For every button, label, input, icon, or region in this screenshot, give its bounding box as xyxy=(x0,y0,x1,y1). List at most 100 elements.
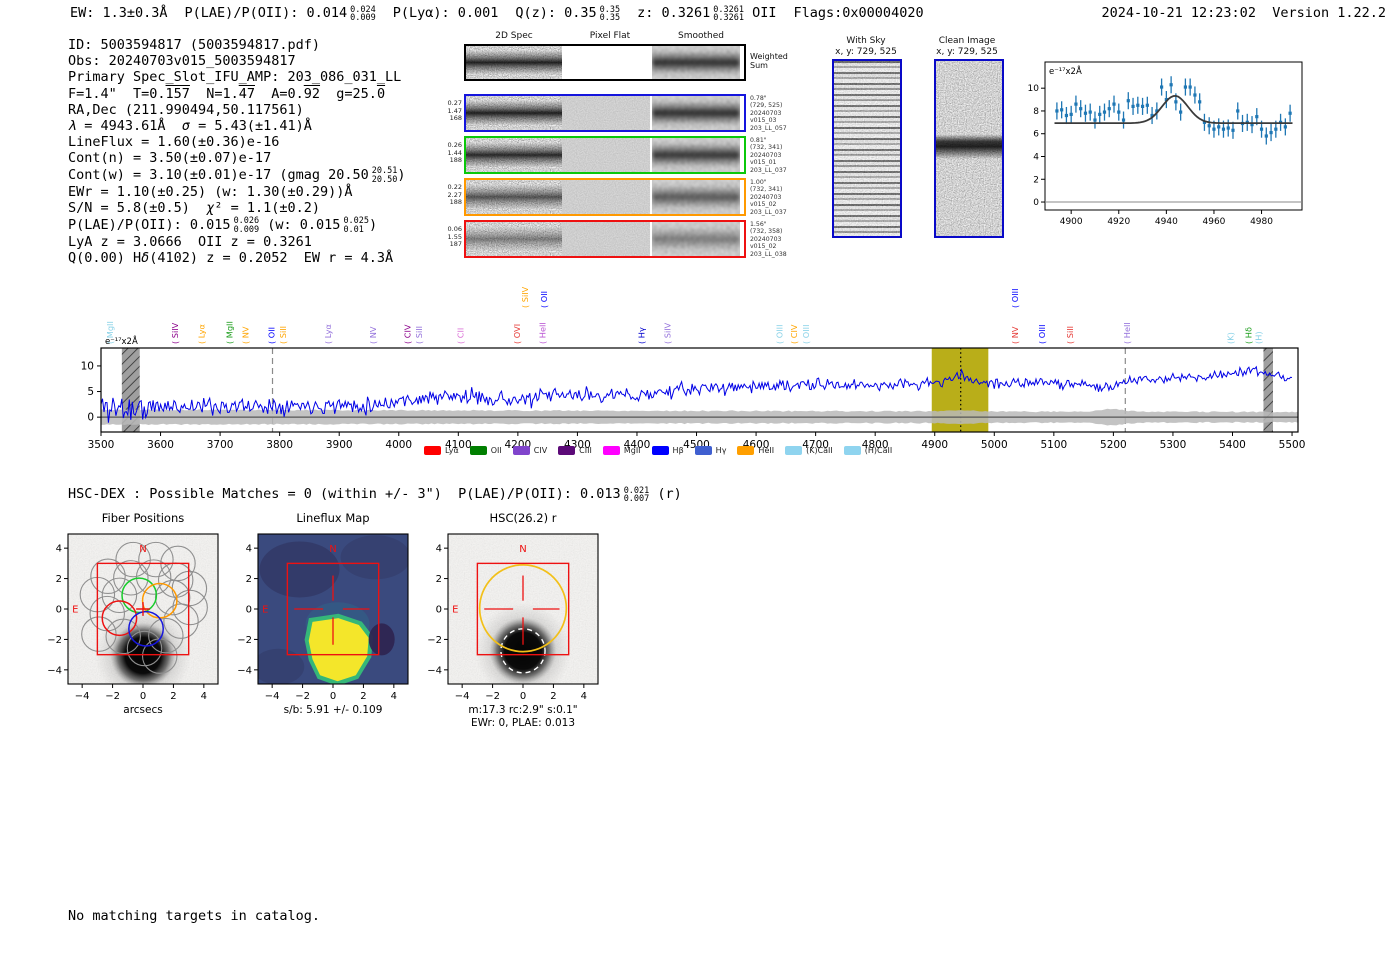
weighted-pixel-flat-blank xyxy=(562,46,650,79)
fiber-caption: arcsecs xyxy=(123,704,162,716)
hsc-caption: m:17.3 rc:2.9" s:0.1" xyxy=(468,704,577,716)
line-label-SiII: ( SiII xyxy=(278,326,288,344)
signal-streak xyxy=(652,222,740,256)
info-line-5: RA,Dec (211.990494,50.117561) xyxy=(68,101,304,118)
exp-pixel-flat xyxy=(562,222,650,256)
info-line-10: EWr = 1.10(±0.25) (w: 1.30(±0.29))Å xyxy=(68,184,353,201)
row-left-stats: 0.06 1.55 187 xyxy=(447,225,462,248)
exp-smoothed xyxy=(652,222,740,256)
clean-image xyxy=(934,59,1004,238)
info-line-6: λ = 4943.61Å σ = 5.43(±1.41)Å xyxy=(68,118,312,135)
main-unit-label: e⁻¹⁷x2Å xyxy=(105,335,138,347)
svg-text:4980: 4980 xyxy=(1250,217,1273,227)
svg-text:−2: −2 xyxy=(295,691,310,702)
legend-item-CIII: CIII xyxy=(558,446,592,455)
svg-text:4: 4 xyxy=(246,544,252,555)
svg-text:4: 4 xyxy=(201,691,207,702)
noise-texture xyxy=(562,138,650,172)
legend-label: Hγ xyxy=(715,446,727,455)
legend-label: Lyα xyxy=(445,446,459,455)
legend-swatch xyxy=(469,446,487,455)
svg-text:10: 10 xyxy=(1028,84,1040,94)
north-label: N xyxy=(139,544,146,555)
info-block: ID: 5003594817 (5003594817.pdf) Obs: 2024… xyxy=(68,37,405,266)
legend-item-MgII: MgII xyxy=(602,446,641,455)
line-label-HeII: ( HeII xyxy=(1122,322,1132,344)
clean-streak xyxy=(936,61,1002,236)
svg-text:0: 0 xyxy=(1033,198,1039,208)
spectral-line-labels: ( MgII( SiIV( Lyα( MgII( NV( OII( SiII( … xyxy=(105,286,1264,344)
legend-label: CIV xyxy=(533,446,548,455)
exposure-row-2 xyxy=(464,136,746,174)
svg-text:4940: 4940 xyxy=(1155,217,1178,227)
legend-item-Hβ: Hβ xyxy=(651,446,684,455)
line-label-NV: ( NV xyxy=(241,326,251,344)
hsc-caption-2: EWr: 0, PLAE: 0.013 xyxy=(471,717,575,729)
svg-text:4: 4 xyxy=(581,691,587,702)
noise-texture xyxy=(562,96,650,130)
svg-text:3700: 3700 xyxy=(207,439,234,451)
line-label-(H): (H) xyxy=(1254,331,1264,344)
svg-text:4: 4 xyxy=(56,544,62,555)
with-sky-image xyxy=(832,59,902,238)
legend-swatch xyxy=(694,446,712,455)
east-label: E xyxy=(452,605,458,616)
inset-line-fit-plot: 4900 4920 4940 4960 4980 0 2 4 6 8 10 e⁻¹⁷x2Å xyxy=(1028,61,1303,227)
svg-text:5200: 5200 xyxy=(1100,439,1127,451)
legend-item-(H)CaII: (H)CaII xyxy=(843,446,892,455)
exp-pixel-flat xyxy=(562,180,650,214)
signal-streak xyxy=(652,138,740,172)
lineflux-caption: s/b: 5.91 +/- 0.109 xyxy=(284,704,383,716)
row-meta: 1.56" (732, 358) 20240703 v015_02 203_LL_038 xyxy=(750,221,787,258)
clean-image-coords: x, y: 729, 525 xyxy=(936,47,998,57)
line-label-SiIV: ( SiIV xyxy=(170,322,180,344)
line-label-OIII: ( OIII xyxy=(801,325,811,345)
svg-text:3900: 3900 xyxy=(326,439,353,451)
info-line-12: P(LAE)/P(OII): 0.015 0.026 0.009 (w: 0.015… xyxy=(68,216,378,235)
line-label-SiII: ( SiII xyxy=(414,326,424,344)
info-line-7: LineFlux = 1.60(±0.36)e-16 xyxy=(68,134,280,151)
row-meta: 1.00" (732, 341) 20240703 v015_02 203_LL_037 xyxy=(750,179,787,216)
svg-text:3500: 3500 xyxy=(88,439,115,451)
svg-text:0: 0 xyxy=(87,412,94,424)
legend-item-HeII: HeII xyxy=(737,446,774,455)
footer-line-1: No matching targets in catalog. xyxy=(68,908,320,925)
svg-text:10: 10 xyxy=(81,360,94,372)
inset-unit-label: e⁻¹⁷x2Å xyxy=(1049,65,1082,77)
legend-label: (K)CaII xyxy=(806,446,833,455)
svg-text:0: 0 xyxy=(246,605,252,616)
header-segment-3: Q(z): 0.35 0.35 0.35 xyxy=(515,4,621,23)
legend-swatch xyxy=(424,446,441,455)
hsc-image: NE xyxy=(448,534,598,684)
header-row: EW: 1.3±0.3Å P(LAE)/P(OII): 0.014 0.024 0.0… xyxy=(70,5,924,23)
line-label-OII: ( OII xyxy=(266,327,276,344)
line-label-NV: ( NV xyxy=(368,326,378,344)
col-title-smoothed: Smoothed xyxy=(678,31,724,41)
signal-streak xyxy=(652,46,740,79)
svg-text:−4: −4 xyxy=(47,665,62,676)
exp-smoothed xyxy=(652,96,740,130)
line-label-Hδ: ( Hδ xyxy=(1244,327,1254,344)
line-label-CIV: ( CIV xyxy=(403,324,413,344)
exp-2d-spec xyxy=(466,222,562,256)
weighted-sum-label: Weighted Sum xyxy=(750,52,788,70)
noise-texture xyxy=(562,222,650,256)
info-line-4: F=1.4" T=0.157 N=1.47 A=0.92 g=25.0 xyxy=(68,85,386,102)
lineflux-title: Lineflux Map xyxy=(296,511,369,525)
cutout-lineflux: NE−4−4−2−2002244Lineflux Maps/b: 5.91 +/… xyxy=(237,511,409,716)
svg-text:5300: 5300 xyxy=(1160,439,1187,451)
weighted-sum-row xyxy=(464,44,746,81)
legend-item-CIV: CIV xyxy=(512,446,548,455)
svg-text:−4: −4 xyxy=(75,691,90,702)
svg-text:4900: 4900 xyxy=(1060,217,1083,227)
line-label-Hγ: ( Hγ xyxy=(637,327,647,344)
hsc-title: HSC(26.2) r xyxy=(490,511,557,525)
svg-text:0: 0 xyxy=(436,605,442,616)
legend-swatch xyxy=(602,446,620,455)
svg-text:4000: 4000 xyxy=(385,439,412,451)
weighted-smoothed xyxy=(652,46,740,79)
legend-swatch xyxy=(843,446,861,455)
row-meta: 0.78" (729, 525) 20240703 v015_03 203_LL_057 xyxy=(750,95,787,132)
svg-text:5: 5 xyxy=(87,386,94,398)
svg-text:4920: 4920 xyxy=(1107,217,1130,227)
